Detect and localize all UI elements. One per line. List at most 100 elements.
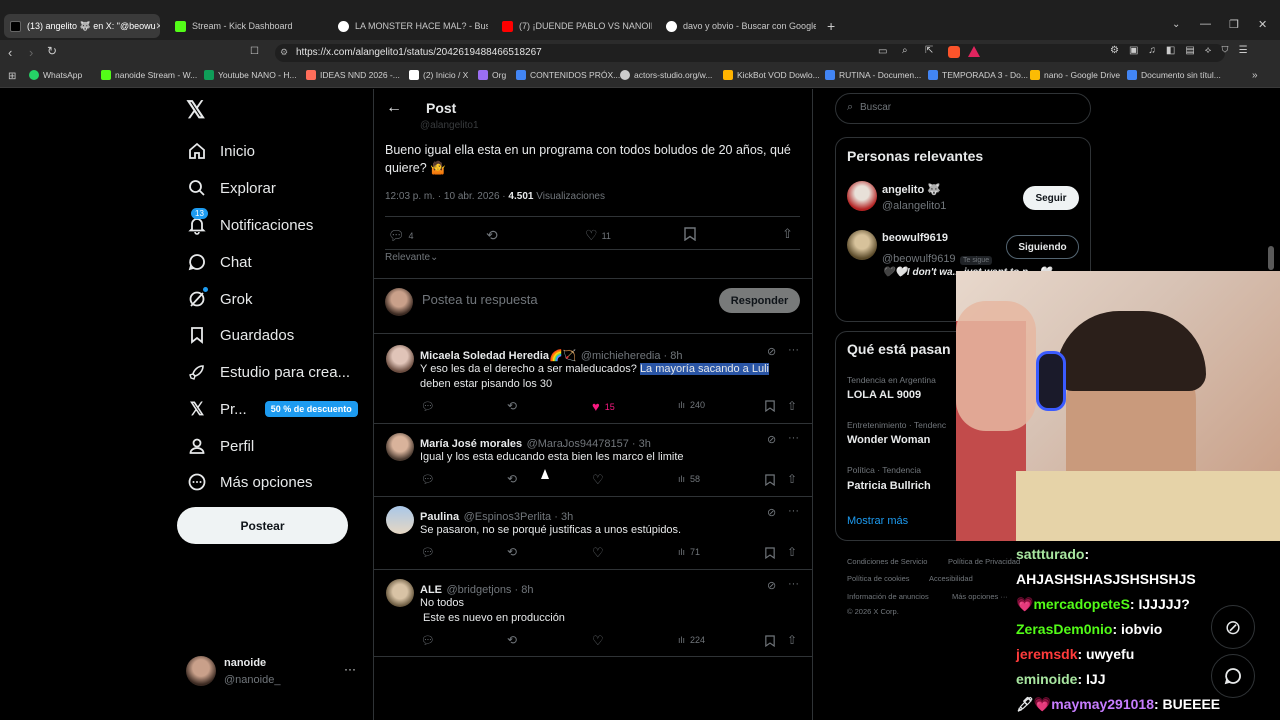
reply-input[interactable]: Postea tu respuesta: [422, 292, 538, 307]
grok-icon[interactable]: ⊘: [767, 579, 776, 592]
share-icon[interactable]: ⇧: [787, 545, 797, 559]
tab-youtube[interactable]: (7) ¡DUENDE PABLO VS NANOIDE! S: [502, 16, 652, 36]
forward-icon[interactable]: ›: [29, 45, 33, 60]
like-icon[interactable]: ♡: [592, 545, 604, 561]
trend-name[interactable]: LOLA AL 9009: [847, 389, 921, 401]
back-icon[interactable]: ‹: [8, 45, 12, 60]
reply-author-handle[interactable]: @michieheredia · 8h: [581, 350, 683, 362]
bookmark-icon[interactable]: [765, 400, 775, 412]
grok-icon[interactable]: ⊘: [767, 506, 776, 519]
footer-link[interactable]: Condiciones de Servicio: [847, 557, 927, 566]
sidebar-item-perfil[interactable]: Perfil: [186, 431, 254, 461]
close-window-icon[interactable]: ✕: [1258, 18, 1267, 31]
reply-author-handle[interactable]: @bridgetjons · 8h: [446, 584, 533, 596]
site-info-icon[interactable]: ⚙: [280, 47, 288, 58]
sidebar-item-notificaciones[interactable]: 13 Notificaciones: [186, 208, 313, 240]
grok-icon[interactable]: ⊘: [767, 345, 776, 358]
person-name[interactable]: beowulf9619: [882, 232, 948, 244]
tab-google-search[interactable]: LA MONSTER HACE MAL? - Buscar c: [338, 16, 488, 36]
more-bookmarks-icon[interactable]: »: [1252, 70, 1258, 81]
back-arrow-icon[interactable]: ←: [386, 99, 402, 117]
bookmark-item[interactable]: CONTENIDOS PRÓX...: [516, 70, 620, 80]
account-more-icon[interactable]: ···: [344, 662, 356, 676]
cast-icon[interactable]: ▭: [878, 46, 887, 57]
reply-avatar[interactable]: [386, 433, 414, 461]
repost-icon[interactable]: ⟲: [507, 399, 517, 413]
more-icon[interactable]: ···: [788, 344, 799, 356]
bookmark-item[interactable]: Youtube NANO - H...: [204, 70, 297, 80]
tab-search-icon[interactable]: ⌄: [1172, 19, 1180, 30]
grok-fab-icon[interactable]: ⊘: [1211, 605, 1255, 649]
bookmark-item[interactable]: nano - Google Drive: [1030, 70, 1120, 80]
more-icon[interactable]: ···: [788, 432, 799, 444]
person-avatar[interactable]: [847, 230, 877, 260]
views-button[interactable]: ılı 224: [678, 635, 705, 645]
repost-icon[interactable]: ⟲: [507, 633, 517, 647]
reply-avatar[interactable]: [386, 579, 414, 607]
bookmark-item[interactable]: IDEAS NND 2026 -...: [306, 70, 400, 80]
footer-link[interactable]: Información de anuncios: [847, 592, 929, 601]
tab-google-davo[interactable]: davo y obvio - Buscar con Google: [666, 16, 816, 36]
reply-author-handle[interactable]: @Espinos3Perlita · 3h: [464, 511, 574, 523]
apps-grid-icon[interactable]: ⊞: [8, 71, 16, 82]
like-icon[interactable]: ♡: [592, 472, 604, 488]
post-button[interactable]: Postear: [177, 507, 348, 544]
x-logo-icon[interactable]: 𝕏: [186, 96, 205, 125]
footer-link[interactable]: Más opciones ···: [952, 592, 1008, 601]
extensions-icons[interactable]: ⚙▣♫◧▤⟡⛉☰: [1110, 45, 1258, 56]
repost-icon[interactable]: ⟲: [507, 472, 517, 486]
reply-avatar[interactable]: [386, 345, 414, 373]
sidebar-item-guardados[interactable]: Guardados: [186, 320, 294, 350]
reply-author-handle[interactable]: @MaraJos94478157 · 3h: [527, 438, 651, 450]
new-tab-button[interactable]: +: [827, 18, 835, 34]
sidebar-item-explorar[interactable]: Explorar: [186, 173, 276, 203]
minimize-icon[interactable]: —: [1200, 18, 1211, 30]
bookmark-post-icon[interactable]: [684, 227, 696, 241]
footer-link[interactable]: Política de cookies: [847, 574, 910, 583]
views-button[interactable]: ılı 240: [678, 400, 705, 410]
tab-active[interactable]: (13) angelito 🐺 en X: "@beowu ✕: [4, 14, 160, 38]
footer-link[interactable]: Accesibilidad: [929, 574, 973, 583]
reply-icon[interactable]: 💬︎: [421, 400, 435, 413]
bookmark-item[interactable]: TEMPORADA 3 - Do...: [928, 70, 1028, 80]
reply-avatar[interactable]: [386, 506, 414, 534]
bookmark-item[interactable]: KickBot VOD Dowlo...: [723, 70, 820, 80]
brave-shield-icon[interactable]: [948, 46, 960, 58]
person-handle[interactable]: @alangelito1: [882, 200, 946, 212]
sidebar-item-estudio[interactable]: Estudio para crea...: [186, 357, 350, 387]
bookmark-item[interactable]: actors-studio.org/w...: [620, 70, 712, 80]
share-icon[interactable]: ⇱: [925, 45, 933, 56]
reply-author-name[interactable]: Paulina: [420, 511, 459, 523]
person-name[interactable]: angelito 🐺: [882, 183, 941, 196]
bookmark-icon[interactable]: [765, 474, 775, 486]
rewards-icon[interactable]: [968, 46, 980, 57]
bookmark-item[interactable]: (2) Inicio / X: [409, 70, 468, 80]
sidebar-item-chat[interactable]: Chat: [186, 247, 252, 277]
reply-author-name[interactable]: Micaela Soledad Heredia🌈🏹: [420, 350, 576, 362]
share-icon[interactable]: ⇧: [787, 472, 797, 486]
close-tab-icon[interactable]: ✕: [156, 21, 160, 32]
reply-author-name[interactable]: ALE: [420, 584, 442, 596]
share-post-icon[interactable]: ⇧: [782, 226, 793, 242]
reply-author-name[interactable]: María José morales: [420, 438, 522, 450]
bookmark-icon[interactable]: [765, 635, 775, 647]
footer-link[interactable]: Política de Privacidad: [948, 557, 1020, 566]
reload-icon[interactable]: ↻: [47, 44, 57, 58]
bookmark-icon[interactable]: [765, 547, 775, 559]
bookmark-item[interactable]: nanoide Stream - W...: [101, 70, 197, 80]
following-button[interactable]: Siguiendo: [1006, 235, 1079, 259]
bookmark-item[interactable]: Documento sin títul...: [1127, 70, 1221, 80]
reply-icon[interactable]: 💬︎: [421, 473, 435, 486]
bookmark-item[interactable]: WhatsApp: [29, 70, 82, 80]
show-more-link[interactable]: Mostrar más: [847, 515, 908, 527]
maximize-icon[interactable]: ❐: [1229, 18, 1239, 31]
bookmark-item[interactable]: RUTINA - Documen...: [825, 70, 921, 80]
views-button[interactable]: ılı 71: [678, 547, 700, 557]
trend-name[interactable]: Wonder Woman: [847, 434, 930, 446]
person-avatar[interactable]: [847, 181, 877, 211]
bookmark-item[interactable]: Org: [478, 70, 506, 80]
sidebar-item-grok[interactable]: Grok: [186, 284, 253, 314]
zoom-icon[interactable]: ⌕: [902, 45, 908, 56]
person-handle[interactable]: @beowulf9619: [882, 253, 956, 265]
like-icon[interactable]: ♡: [592, 633, 604, 649]
